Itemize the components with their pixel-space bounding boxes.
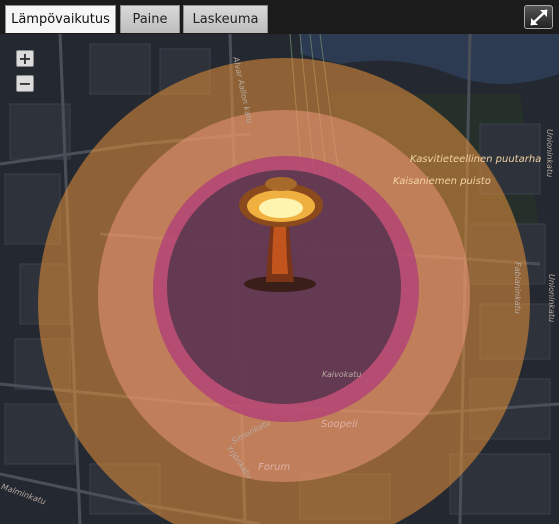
tab-bar: Lämpövaikutus Paine Laskeuma	[0, 0, 559, 34]
label-unioninkatu: Unioninkatu	[545, 129, 554, 178]
map-view[interactable]: Kasvitieteellinen puutarha Kaisaniemen p…	[0, 34, 559, 524]
map-canvas	[0, 34, 559, 524]
tab-lampovaikutus[interactable]: Lämpövaikutus	[5, 5, 116, 33]
label-soopeli: Soopeli	[321, 419, 358, 430]
label-forum: Forum	[258, 462, 291, 473]
tab-paine[interactable]: Paine	[120, 5, 180, 33]
label-kaisaniemen-puisto: Kaisaniemen puisto	[393, 176, 491, 187]
tab-laskeuma[interactable]: Laskeuma	[183, 5, 268, 33]
label-kasvitieteellinen-puutarha: Kasvitieteellinen puutarha	[410, 154, 542, 165]
zoom-in-button[interactable]: +	[16, 50, 34, 67]
label-kaivokatu: Kaivokatu	[322, 370, 362, 379]
label-fabianinkatu: Fabianinkatu	[513, 262, 522, 314]
label-unioninkatu-2: Unioninkatu	[547, 274, 556, 323]
fullscreen-button[interactable]	[524, 5, 553, 29]
expand-arrows-icon	[530, 9, 548, 26]
zoom-out-button[interactable]: −	[16, 75, 34, 92]
